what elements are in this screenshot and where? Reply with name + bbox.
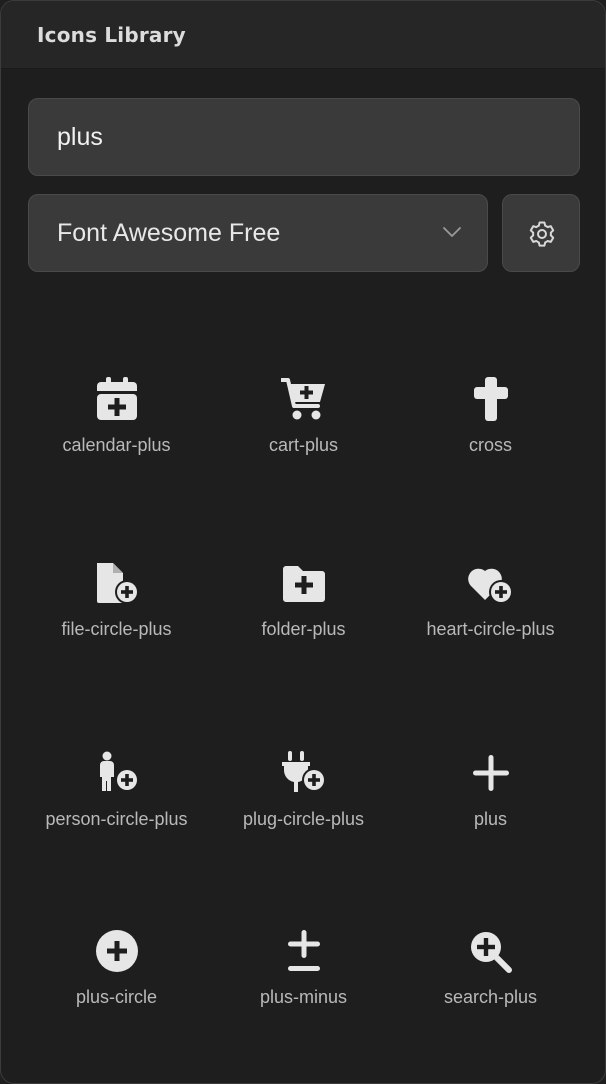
heart-circle-plus-icon [467,568,513,604]
icon-label: cross [468,435,512,455]
icon-label: plug-circle-plus [242,809,365,829]
icon-tile-person-circle-plus[interactable]: person-circle-plus [23,751,210,831]
icon-tile-plus[interactable]: plus [397,751,584,831]
icon-tile-plug-circle-plus[interactable]: plug-circle-plus [210,751,397,831]
icon-tile-plus-circle[interactable]: plus-circle [23,929,210,1009]
search-input[interactable] [28,98,580,176]
plus-circle-icon [95,930,138,972]
icon-label: person-circle-plus [45,809,188,829]
icon-tile-cross[interactable]: cross [397,377,584,457]
icon-tile-file-circle-plus[interactable]: file-circle-plus [23,561,210,641]
icon-tile-cart-plus[interactable]: cart-plus [210,377,397,457]
icon-tile-folder-plus[interactable]: folder-plus [210,561,397,641]
search-plus-icon [470,932,512,973]
gear-icon [529,221,555,247]
icons-library-panel: Icons Library Font Awesome Free calendar… [0,0,606,1084]
icon-label: heart-circle-plus [426,619,555,639]
panel-title: Icons Library [37,23,186,47]
icon-tile-search-plus[interactable]: search-plus [397,929,584,1009]
icon-tile-plus-minus[interactable]: plus-minus [210,929,397,1009]
icon-label: calendar-plus [62,435,171,455]
chevron-down-icon [443,227,461,237]
plug-circle-plus-icon [281,751,326,792]
icon-tile-heart-circle-plus[interactable]: heart-circle-plus [397,561,584,641]
icon-label: file-circle-plus [61,619,172,639]
cross-icon [473,377,508,421]
icon-label: plus-minus [259,987,348,1007]
person-circle-plus-icon [99,751,139,792]
icon-label: folder-plus [261,619,346,639]
icon-tile-calendar-plus[interactable]: calendar-plus [23,377,210,457]
folder-plus-icon [282,566,325,602]
settings-button[interactable] [502,194,580,272]
icon-library-select-value: Font Awesome Free [57,219,281,247]
icon-label: plus-circle [75,987,158,1007]
icon-library-select[interactable]: Font Awesome Free [28,194,488,272]
plus-icon [472,755,509,791]
plus-minus-icon [287,930,320,971]
icon-label: search-plus [443,987,538,1007]
cart-plus-icon [280,378,325,420]
calendar-plus-icon [96,377,137,420]
file-circle-plus-icon [96,563,139,604]
panel-header: Icons Library [1,1,605,69]
icon-label: plus [473,809,508,829]
icon-label: cart-plus [268,435,339,455]
